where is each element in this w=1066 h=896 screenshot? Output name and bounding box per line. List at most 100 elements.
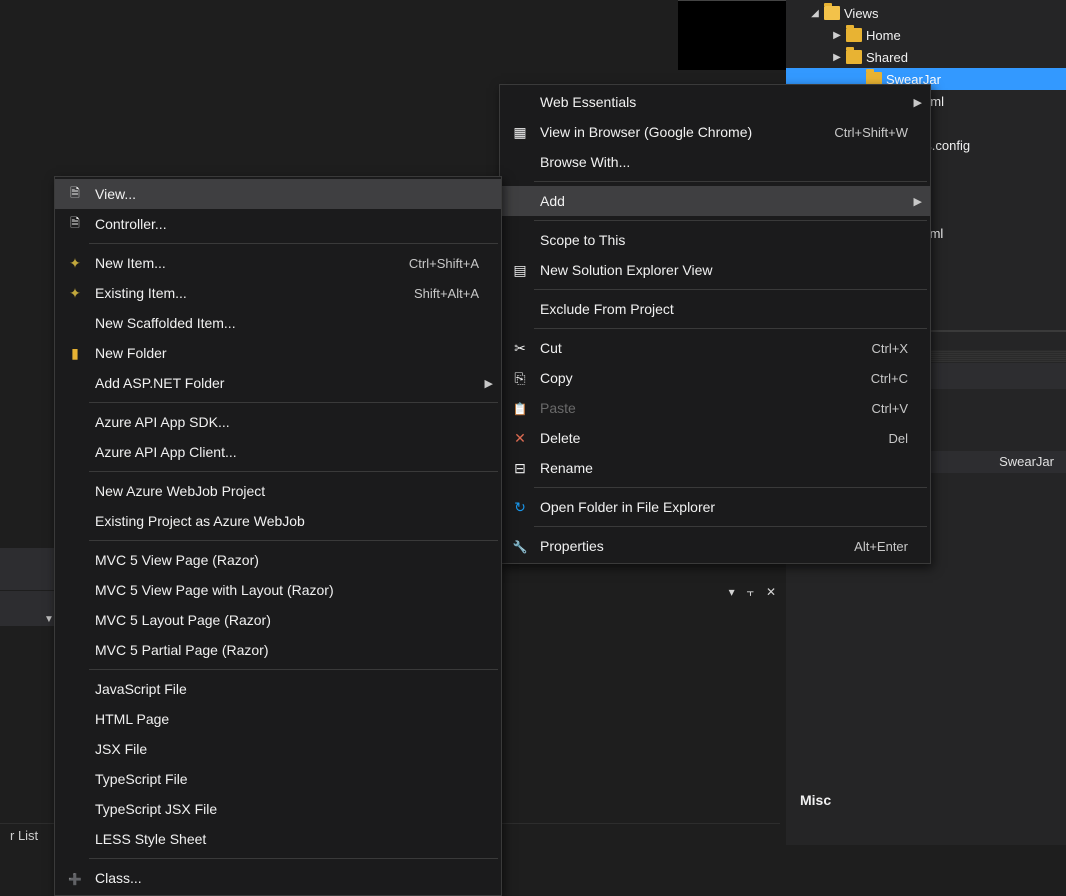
menu-separator (534, 181, 927, 182)
context-menu-item[interactable]: DeleteDel (500, 423, 930, 453)
menu-item-shortcut: Ctrl+V (872, 401, 908, 416)
add-submenu-item[interactable]: Class... (55, 863, 501, 893)
menu-item-label: MVC 5 View Page with Layout (Razor) (95, 582, 334, 598)
context-menu-item[interactable]: CutCtrl+X (500, 333, 930, 363)
add-submenu-item[interactable]: LESS Style Sheet (55, 824, 501, 854)
menu-item-label: Cut (540, 340, 562, 356)
menu-item-shortcut: Alt+Enter (854, 539, 908, 554)
context-menu-item[interactable]: Open Folder in File Explorer (500, 492, 930, 522)
add-submenu[interactable]: View... Controller... New Item...Ctrl+Shif… (54, 176, 502, 896)
tree-node-shared[interactable]: ▶ Shared (804, 46, 1066, 68)
menu-separator (89, 669, 498, 670)
window-options-dropdown[interactable]: ▾ (729, 585, 735, 599)
menu-item-label: New Folder (95, 345, 167, 361)
newfolder-icon (65, 345, 85, 362)
menu-item-label: TypeScript File (95, 771, 188, 787)
context-menu-item[interactable]: Exclude From Project (500, 294, 930, 324)
context-menu-item[interactable]: Browse With... (500, 147, 930, 177)
add-submenu-item[interactable]: MVC 5 View Page with Layout (Razor) (55, 575, 501, 605)
menu-item-label: MVC 5 Layout Page (Razor) (95, 612, 271, 628)
menu-item-label: Add ASP.NET Folder (95, 375, 224, 391)
menu-item-label: MVC 5 Partial Page (Razor) (95, 642, 269, 658)
class-icon (65, 870, 85, 886)
folder-icon (824, 6, 840, 20)
editor-thumbnail (678, 0, 786, 70)
expander-icon[interactable]: ◢ (810, 8, 820, 18)
add-submenu-item[interactable]: HTML Page (55, 704, 501, 734)
add-submenu-item[interactable]: New Azure WebJob Project (55, 476, 501, 506)
add-submenu-item[interactable]: New Folder (55, 338, 501, 368)
tab-error-list[interactable]: r List (0, 826, 48, 845)
context-menu-item[interactable]: View in Browser (Google Chrome)Ctrl+Shif… (500, 117, 930, 147)
menu-item-label: Browse With... (540, 154, 630, 170)
menu-item-label: View in Browser (Google Chrome) (540, 124, 752, 140)
menu-separator (89, 471, 498, 472)
copy-icon (510, 370, 530, 387)
existitem-icon (65, 285, 85, 302)
add-submenu-item[interactable]: MVC 5 View Page (Razor) (55, 545, 501, 575)
tree-label: Shared (866, 50, 908, 65)
folder-icon (846, 28, 862, 42)
menu-item-shortcut: Ctrl+C (871, 371, 908, 386)
menu-item-label: New Azure WebJob Project (95, 483, 265, 499)
add-submenu-item[interactable]: Add ASP.NET Folder ▶ (55, 368, 501, 398)
menu-separator (89, 243, 498, 244)
chevron-down-icon[interactable]: ▼ (44, 614, 54, 625)
add-submenu-item[interactable]: Azure API App SDK... (55, 407, 501, 437)
menu-item-label: Add (540, 193, 565, 209)
context-menu-item[interactable]: CopyCtrl+C (500, 363, 930, 393)
tree-node-views[interactable]: ◢ Views (804, 2, 1066, 24)
context-menu[interactable]: Web Essentials▶View in Browser (Google C… (499, 84, 931, 564)
menu-item-label: Existing Project as Azure WebJob (95, 513, 305, 529)
add-submenu-item[interactable]: MVC 5 Layout Page (Razor) (55, 605, 501, 635)
tree-label: Home (866, 28, 901, 43)
add-submenu-item[interactable]: View... (55, 179, 501, 209)
context-menu-item[interactable]: Rename (500, 453, 930, 483)
menu-item-shortcut: Shift+Alt+A (414, 286, 479, 301)
tree-node-home[interactable]: ▶ Home (804, 24, 1066, 46)
menu-item-label: Open Folder in File Explorer (540, 499, 715, 515)
add-submenu-item[interactable]: Controller... (55, 209, 501, 239)
menu-item-label: New Scaffolded Item... (95, 315, 236, 331)
add-submenu-item[interactable]: JavaScript File (55, 674, 501, 704)
menu-item-label: JavaScript File (95, 681, 187, 697)
add-submenu-item[interactable]: TypeScript File (55, 764, 501, 794)
expander-icon[interactable]: ▶ (832, 52, 842, 62)
add-submenu-item[interactable]: Existing Project as Azure WebJob (55, 506, 501, 536)
controller-icon (65, 214, 85, 235)
menu-separator (534, 289, 927, 290)
add-submenu-item[interactable]: JSX File (55, 734, 501, 764)
menu-item-label: Azure API App SDK... (95, 414, 230, 430)
context-menu-item[interactable]: Web Essentials▶ (500, 87, 930, 117)
tool-window-controls: ▾ ⫟ ✕ (500, 580, 780, 604)
side-strip (0, 548, 62, 590)
add-submenu-item[interactable]: MVC 5 Partial Page (Razor) (55, 635, 501, 665)
chevron-right-icon: ▶ (485, 377, 493, 390)
properties-group-misc: Misc (786, 788, 1066, 812)
wrench-icon (510, 538, 530, 554)
context-menu-item[interactable]: Add ▶ (500, 186, 930, 216)
menu-item-label: Azure API App Client... (95, 444, 237, 460)
context-menu-item[interactable]: Scope to This (500, 225, 930, 255)
menu-item-label: Properties (540, 538, 604, 554)
context-menu-item[interactable]: Properties Alt+Enter (500, 531, 930, 561)
menu-separator (534, 526, 927, 527)
expander-icon[interactable]: ▶ (832, 30, 842, 40)
menu-separator (89, 402, 498, 403)
menu-item-label: HTML Page (95, 711, 169, 727)
add-submenu-item[interactable]: Azure API App Client... (55, 437, 501, 467)
pin-icon[interactable]: ⫟ (747, 585, 754, 600)
menu-item-label: Delete (540, 430, 580, 446)
context-menu-item[interactable]: New Solution Explorer View (500, 255, 930, 285)
folder-icon (846, 50, 862, 64)
close-icon[interactable]: ✕ (766, 585, 776, 599)
add-submenu-item[interactable]: TypeScript JSX File (55, 794, 501, 824)
add-submenu-item[interactable]: New Scaffolded Item... (55, 308, 501, 338)
add-submenu-item[interactable]: Existing Item...Shift+Alt+A (55, 278, 501, 308)
chevron-right-icon: ▶ (914, 195, 922, 208)
menu-item-label: Controller... (95, 216, 167, 232)
menu-item-label: Class... (95, 870, 142, 886)
add-submenu-item[interactable]: New Item...Ctrl+Shift+A (55, 248, 501, 278)
menu-item-label: TypeScript JSX File (95, 801, 217, 817)
paste-icon (510, 400, 530, 416)
